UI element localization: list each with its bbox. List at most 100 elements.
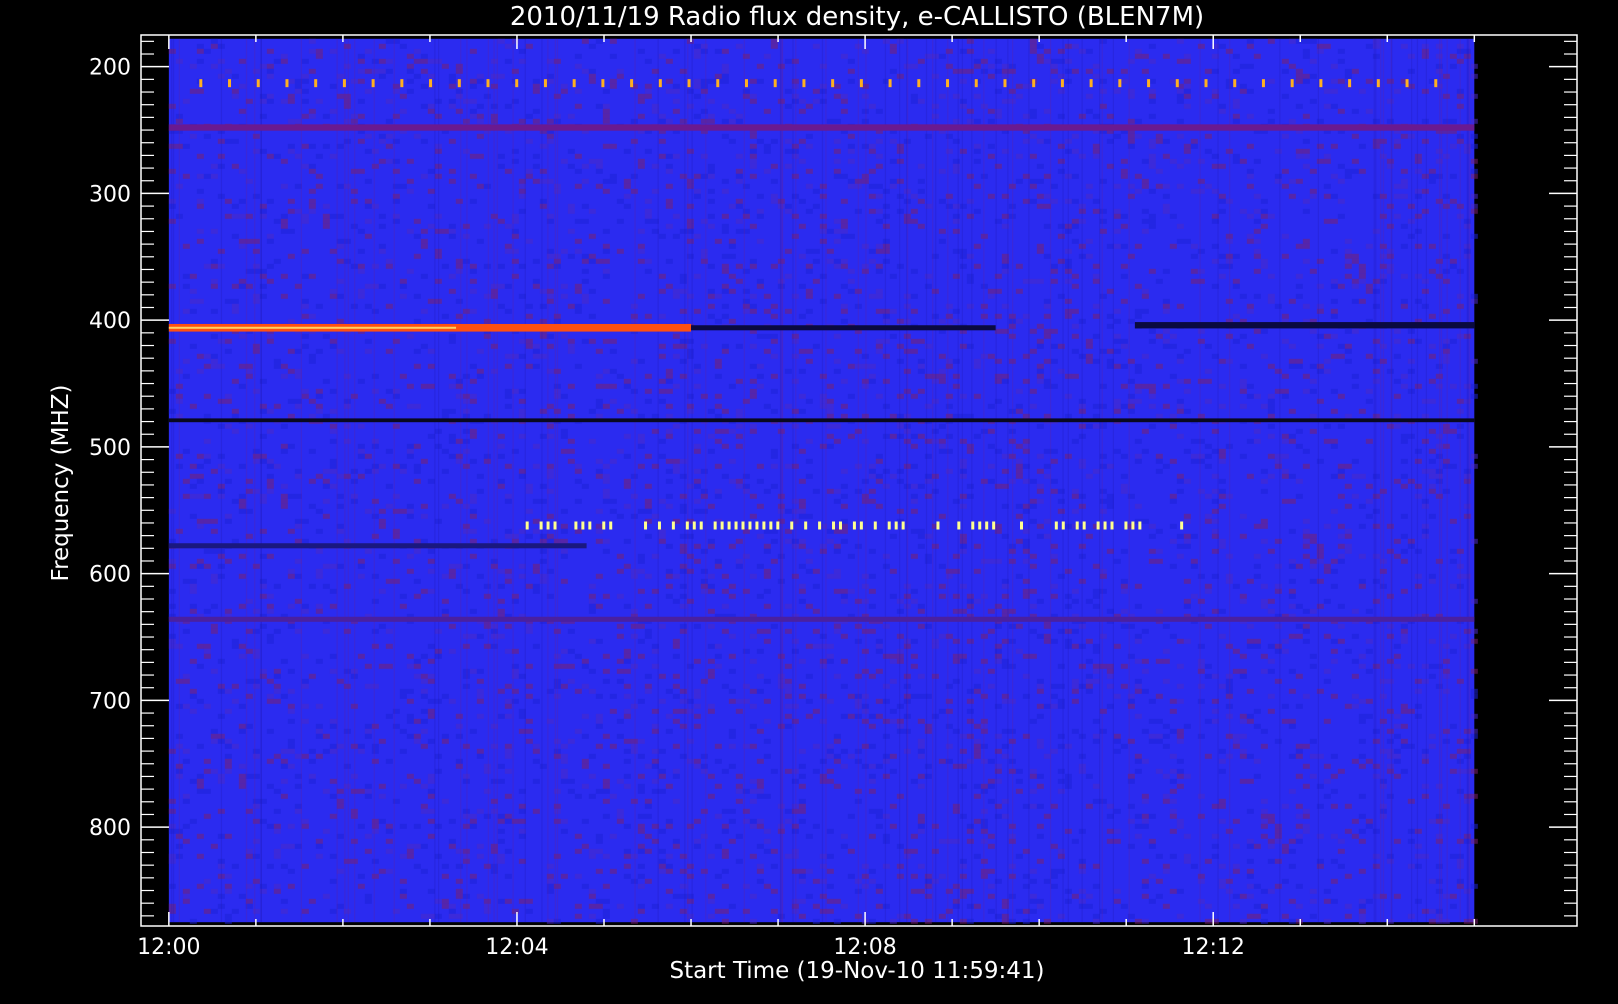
noise-cell: [756, 278, 764, 284]
noise-cell: [693, 658, 701, 664]
noise-cell: [532, 78, 540, 84]
noise-cell: [728, 243, 736, 249]
noise-cell: [1351, 383, 1359, 389]
noise-cell: [924, 728, 932, 734]
noise-cell: [308, 353, 316, 359]
noise-cell: [168, 103, 176, 109]
noise-cell: [560, 158, 568, 164]
noise-cell: [567, 413, 575, 419]
noise-cell: [224, 518, 232, 524]
noise-cell: [1470, 463, 1478, 469]
noise-cell: [875, 163, 883, 169]
noise-cell: [665, 153, 673, 159]
noise-cell: [1421, 208, 1429, 214]
noise-cell: [182, 678, 190, 684]
noise-cell: [917, 388, 925, 394]
noise-cell: [1414, 298, 1422, 304]
noise-cell: [581, 278, 589, 284]
noise-cell: [1120, 243, 1128, 249]
noise-cell: [805, 208, 813, 214]
noise-cell: [210, 548, 218, 554]
noise-cell: [1155, 733, 1163, 739]
noise-cell: [623, 383, 631, 389]
noise-cell: [882, 403, 890, 409]
noise-cell: [1400, 383, 1408, 389]
noise-cell: [630, 313, 638, 319]
noise-cell: [1015, 513, 1023, 519]
noise-cell: [1302, 53, 1310, 59]
noise-cell: [679, 623, 687, 629]
noise-cell: [588, 78, 596, 84]
noise-cell: [483, 458, 491, 464]
noise-cell: [952, 218, 960, 224]
noise-cell: [875, 193, 883, 199]
noise-cell: [1288, 668, 1296, 674]
noise-cell: [1344, 173, 1352, 179]
noise-cell: [427, 698, 435, 704]
noise-cell: [238, 213, 246, 219]
noise-cell: [1239, 733, 1247, 739]
noise-cell: [1246, 238, 1254, 244]
noise-cell: [1015, 388, 1023, 394]
noise-cell: [224, 608, 232, 614]
noise-cell: [1449, 463, 1457, 469]
noise-cell: [840, 233, 848, 239]
noise-cell: [1253, 253, 1261, 259]
noise-cell: [483, 643, 491, 649]
noise-cell: [1134, 368, 1142, 374]
noise-cell: [203, 548, 211, 554]
noise-cell: [504, 58, 512, 64]
noise-cell: [1113, 183, 1121, 189]
noise-cell: [1036, 523, 1044, 529]
noise-cell: [616, 733, 624, 739]
noise-cell: [1162, 723, 1170, 729]
noise-cell: [420, 308, 428, 314]
noise-cell: [364, 48, 372, 54]
noise-cell: [1197, 278, 1205, 284]
noise-cell: [868, 143, 876, 149]
noise-cell: [728, 383, 736, 389]
noise-cell: [693, 483, 701, 489]
noise-cell: [763, 333, 771, 339]
noise-cell: [756, 533, 764, 539]
noise-cell: [658, 313, 666, 319]
noise-cell: [1449, 558, 1457, 564]
noise-cell: [1253, 708, 1261, 714]
noise-cell: [371, 498, 379, 504]
noise-cell: [735, 423, 743, 429]
noise-cell: [329, 463, 337, 469]
noise-cell: [448, 698, 456, 704]
noise-cell: [1344, 343, 1352, 349]
noise-cell: [1085, 358, 1093, 364]
noise-cell: [644, 83, 652, 89]
noise-cell: [1288, 343, 1296, 349]
noise-cell: [1113, 318, 1121, 324]
noise-cell: [539, 573, 547, 579]
noise-cell: [1092, 648, 1100, 654]
noise-cell: [182, 493, 190, 499]
noise-cell: [1099, 663, 1107, 669]
noise-cell: [1470, 203, 1478, 209]
noise-cell: [945, 468, 953, 474]
noise-cell: [637, 638, 645, 644]
noise-cell: [1043, 623, 1051, 629]
noise-cell: [574, 63, 582, 69]
noise-cell: [574, 183, 582, 189]
noise-cell: [1218, 108, 1226, 114]
noise-cell: [602, 258, 610, 264]
noise-cell: [462, 373, 470, 379]
noise-cell: [1239, 293, 1247, 299]
noise-cell: [1057, 223, 1065, 229]
noise-cell: [238, 653, 246, 659]
noise-cell: [728, 653, 736, 659]
noise-cell: [427, 73, 435, 79]
noise-cell: [1302, 113, 1310, 119]
noise-cell: [959, 48, 967, 54]
noise-cell: [560, 648, 568, 654]
noise-cell: [798, 513, 806, 519]
noise-cell: [896, 653, 904, 659]
noise-cell: [882, 338, 890, 344]
noise-cell: [1470, 118, 1478, 124]
noise-cell: [756, 208, 764, 214]
noise-cell: [427, 548, 435, 554]
